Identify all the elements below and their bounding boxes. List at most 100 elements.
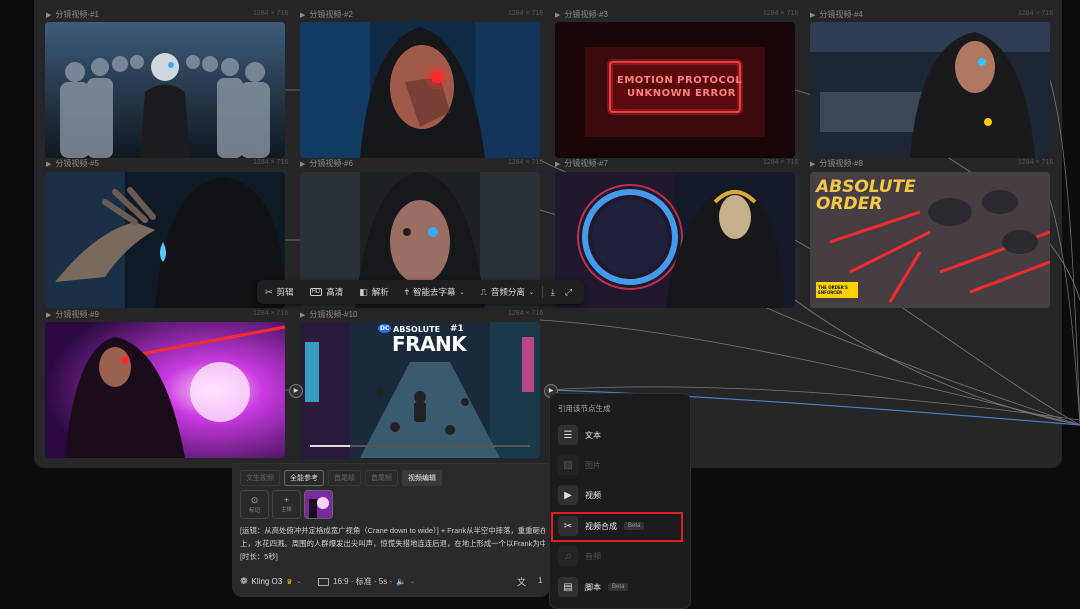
script-icon: ▤	[558, 577, 578, 597]
model-label: Kling O3	[251, 577, 283, 586]
volume-icon: 🔈	[396, 577, 407, 586]
audio-split-icon: ⎍	[480, 286, 487, 297]
subject-button[interactable]: + 主体	[272, 490, 301, 519]
highlight-box	[551, 512, 683, 542]
menu-item-text[interactable]: ☰ 文本	[558, 423, 682, 447]
thumb-size: 1284 × 716	[508, 310, 544, 317]
thumb-label: ▶ 分镜视频-#5	[46, 159, 99, 168]
thumb-label: ▶ 分镜视频-#6	[300, 159, 353, 168]
translate-button[interactable]: 文	[517, 575, 526, 588]
kling-logo-icon: ❁	[240, 576, 248, 586]
thumb-size: 1284 × 716	[1018, 10, 1054, 17]
fullscreen-button[interactable]: ⤢	[563, 287, 580, 298]
scissors-icon: ✂	[265, 286, 273, 297]
node-port[interactable]: ▶	[289, 384, 303, 398]
thumb-size: 1284 × 716	[1018, 159, 1054, 166]
storyboard-thumbnail-1[interactable]	[45, 22, 285, 158]
menu-item-video[interactable]: ▶ 视频	[558, 483, 682, 507]
text-remove-icon: Ϯ	[404, 287, 409, 297]
menu-item-label: 视频	[585, 490, 601, 500]
mark-button[interactable]: ⊙ 标记	[240, 490, 269, 519]
menu-item-label: 文本	[585, 430, 601, 440]
analyze-label: 解析	[371, 287, 389, 297]
video-icon: ▶	[558, 485, 578, 505]
tab-video-edit[interactable]: 视频编辑	[402, 470, 442, 486]
image-text: FRANK	[392, 332, 467, 356]
tab-first-last-frame-a[interactable]: 首尾帧	[328, 470, 361, 486]
storyboard-thumbnail-3[interactable]: EMOTION PROTOCOL UNKNOWN ERROR	[555, 22, 795, 158]
image-text: ORDER	[816, 194, 883, 214]
translate-icon: 文	[517, 577, 527, 587]
video-toolbar: ✂ 剪辑 HD 高清 ◧ 解析 Ϯ 智能去字幕 ⌄ ⎍ 音频分离 ⌄ ⤓ ⤢	[257, 280, 584, 304]
image-text: UNKNOWN ERROR	[627, 88, 736, 99]
storyboard-thumbnail-10[interactable]: DC ABSOLUTE #1 FRANK	[300, 322, 540, 458]
menu-item-label: 脚本	[585, 582, 601, 592]
analyze-button[interactable]: ◧ 解析	[351, 286, 397, 298]
thumb-label: ▶ 分镜视频-#9	[46, 310, 99, 319]
settings-label: 16:9 · 标准 · 5s ·	[333, 577, 393, 586]
hd-icon: HD	[309, 288, 323, 296]
image-text: THE ORDER'S ENFORCER	[818, 285, 848, 295]
aspect-ratio-icon	[318, 577, 329, 586]
thumb-label: ▶ 分镜视频-#4	[810, 10, 863, 19]
thumb-size: 1284 × 716	[253, 310, 289, 317]
menu-title: 引用该节点生成	[558, 404, 611, 413]
thumb-label: ▶ 分镜视频-#1	[46, 10, 99, 19]
thumb-size: 1284 × 716	[508, 10, 544, 17]
tab-text-to-video[interactable]: 文生视频	[240, 470, 280, 486]
menu-item-script[interactable]: ▤ 脚本 Beta	[558, 575, 682, 599]
storyboard-thumbnail-8[interactable]: ABSOLUTE ORDER THE ORDER'S ENFORCER	[810, 172, 1050, 308]
model-selector[interactable]: ❁ Kling O3 ♛ ⌄	[240, 576, 302, 587]
thumb-label: ▶ 分镜视频-#3	[555, 10, 608, 19]
text-lines-icon: ☰	[558, 425, 578, 445]
remove-subtitle-label: 智能去字幕	[412, 287, 456, 297]
mode-tabs: 文生视频 全能参考 首尾帧 首尾帧 视频编辑	[240, 470, 442, 486]
storyboard-thumbnail-7[interactable]	[555, 172, 795, 308]
cut-label: 剪辑	[276, 287, 294, 297]
hd-label: 高清	[326, 287, 344, 297]
cut-button[interactable]: ✂ 剪辑	[257, 286, 302, 298]
download-button[interactable]: ⤓	[543, 287, 563, 298]
prompt-line: [时长：5秒]	[240, 552, 278, 561]
menu-item-image: ▨ 图片	[558, 453, 682, 477]
expand-icon: ⤢	[564, 286, 573, 297]
thumb-size: 1284 × 716	[253, 159, 289, 166]
thumb-label: ▶ 分镜视频-#8	[810, 159, 863, 168]
audio-split-button[interactable]: ⎍ 音频分离 ⌄	[473, 286, 542, 298]
reference-thumbnail[interactable]	[304, 490, 333, 519]
chevron-down-icon: ⌄	[459, 289, 465, 296]
menu-item-audio: ♫ 音频	[558, 544, 682, 568]
storyboard-thumbnail-4[interactable]	[810, 22, 1050, 158]
prompt-line: 上，水花四溅。周围的人群爆发出尖叫声，惊慌失措地连连后退，在地上形成一个以Fra…	[240, 539, 545, 548]
chevron-down-icon: ⌄	[410, 579, 416, 585]
tab-first-last-frame-b[interactable]: 首尾帧	[365, 470, 398, 486]
tab-all-reference[interactable]: 全能参考	[284, 470, 324, 486]
beta-badge: Beta	[608, 583, 629, 591]
thumb-size: 1284 × 716	[508, 159, 544, 166]
thumb-size: 1284 × 716	[763, 10, 799, 17]
generate-from-node-menu: 引用该节点生成 ☰ 文本 ▨ 图片 ▶ 视频 ✂ 视频合成 Beta ♫ 音频 …	[549, 393, 691, 609]
prompt-text[interactable]: [运镜：从高处俯冲并定格成宽广视角（Crane down to wide）] +…	[240, 524, 545, 563]
audio-split-label: 音频分离	[490, 287, 525, 297]
generation-settings[interactable]: 16:9 · 标准 · 5s · 🔈 ⌄	[318, 576, 415, 587]
storyboard-thumbnail-5[interactable]	[45, 172, 285, 308]
storyboard-thumbnail-9[interactable]	[45, 322, 285, 458]
prompt-line: [运镜：从高处俯冲并定格成宽广视角（Crane down to wide）] +…	[240, 526, 545, 535]
subject-label: 主体	[280, 507, 292, 513]
plus-icon: +	[283, 495, 290, 505]
mark-label: 标记	[248, 508, 260, 514]
download-icon: ⤓	[550, 286, 555, 297]
remove-subtitle-button[interactable]: Ϯ 智能去字幕 ⌄	[397, 286, 473, 298]
thumb-size: 1284 × 716	[763, 159, 799, 166]
thumb-label: ▶ 分镜视频-#7	[555, 159, 608, 168]
chevron-down-icon: ⌄	[296, 579, 302, 585]
generation-editor: 文生视频 全能参考 首尾帧 首尾帧 视频编辑 ⊙ 标记 + 主体 [运镜：从高处俯冲…	[232, 463, 550, 597]
menu-item-label: 图片	[585, 460, 601, 470]
hd-button[interactable]: HD 高清	[302, 286, 352, 298]
count-selector[interactable]: 1	[538, 576, 542, 585]
thumb-label: ▶ 分镜视频-#10	[300, 310, 358, 319]
image-text: EMOTION PROTOCOL	[617, 75, 743, 86]
thumb-size: 1284 × 716	[253, 10, 289, 17]
storyboard-thumbnail-2[interactable]	[300, 22, 540, 158]
menu-item-label: 音频	[585, 551, 601, 561]
